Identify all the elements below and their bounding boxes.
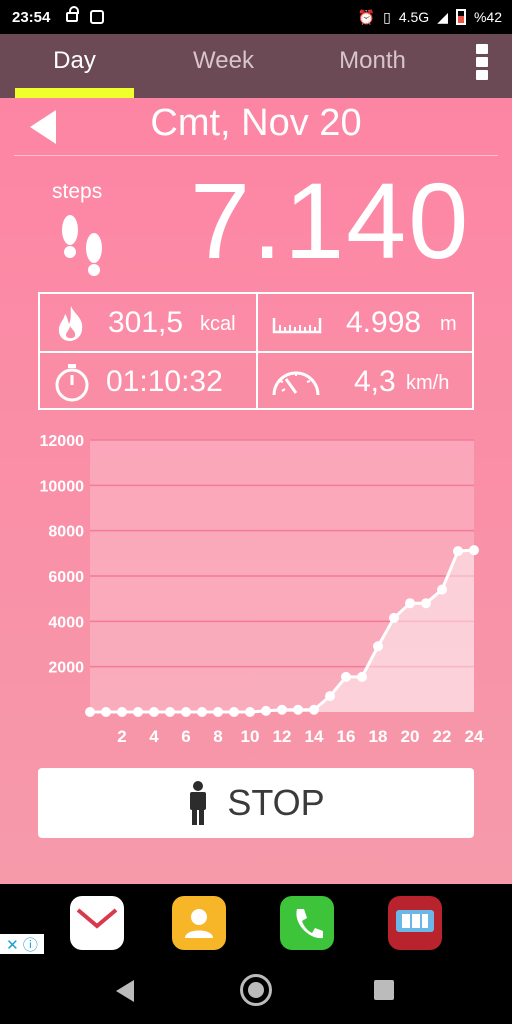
steps-label: steps [52,180,103,203]
speedometer-icon [272,371,320,396]
chart-x-tick-label: 20 [401,727,420,746]
recents-icon[interactable] [374,980,394,1000]
distance-value: 4.998 [346,306,422,339]
chart-data-point [293,704,303,715]
duration-cell: 01:10:32 [40,353,256,410]
chart-x-tick-label: 12 [273,727,292,746]
tab-month[interactable]: Month [298,34,447,98]
chart-x-tick-label: 10 [241,727,260,746]
chart-data-point [437,584,447,595]
signal-icon: ◢ [437,8,448,25]
divider [14,155,498,156]
status-bar: 23:54 ⏰ ▯ 4.5G ◢ %42 [0,0,512,34]
chart-x-tick-label: 24 [465,727,484,746]
chart-x-tick-label: 18 [369,727,388,746]
chart-data-point [101,707,111,717]
person-icon [190,781,207,825]
alarm-icon: ⏰ [357,8,376,25]
calories-cell: 301,5 kcal [40,294,256,351]
chart-data-point [213,707,223,717]
chart-data-point [357,671,367,682]
calories-value: 301,5 [108,306,184,339]
calories-unit: kcal [200,313,236,335]
mail-icon[interactable] [70,896,124,950]
stopwatch-icon [55,364,89,402]
chart-data-point [197,707,207,717]
speed-cell: 4,3 km/h [258,353,474,410]
chart-y-tick-label: 6000 [48,569,84,586]
chart-y-tick-label: 10000 [40,478,85,495]
chart-y-tick-label: 4000 [48,614,84,631]
lock-icon [66,6,80,22]
chart-data-point [181,707,191,717]
chart-data-point [245,707,255,717]
date-title: Cmt, Nov 20 [150,102,362,144]
chart-data-point [341,671,351,682]
stats-grid: 301,5 kcal 4.998 m 01:10:32 4,3 km/h [38,292,474,410]
stop-label: STOP [227,782,325,823]
chart-y-tick-label: 2000 [48,660,84,677]
back-icon[interactable] [116,980,134,1002]
chart-x-tick-label: 6 [181,727,190,746]
system-nav-bar [0,960,512,1024]
status-time: 23:54 [12,8,51,26]
chart-y-tick-label: 8000 [48,524,84,541]
main-panel: Cmt, Nov 20 steps 7.140 301,5 kcal 4.998… [0,98,512,884]
yalla-101-okey-icon[interactable] [388,896,442,950]
steps-count: 7.140 [190,160,471,281]
chart-data-point [117,707,127,717]
contacts-icon[interactable] [172,896,226,950]
stop-button[interactable]: STOP [38,768,474,838]
chart-data-point [405,598,415,609]
tab-day[interactable]: Day [0,34,149,98]
phone-icon[interactable] [280,896,334,950]
chart-data-point [133,707,143,717]
chart-data-point [325,691,335,702]
chart-x-tick-label: 8 [213,727,222,746]
battery-percent: %42 [473,9,502,25]
speed-unit: km/h [406,372,450,394]
tab-bar: Day Week Month [0,34,512,98]
chart-data-point [277,704,287,715]
overflow-menu-icon[interactable] [476,44,488,83]
chart-data-point [389,612,399,623]
chart-data-point [373,641,383,652]
duration-value: 01:10:32 [106,365,223,398]
chart-data-point [309,704,319,715]
ad-choices-badge[interactable]: ✕ ⓘ [0,934,44,954]
ad-app-dock [0,884,512,960]
chart-data-point [229,707,239,717]
chart-y-tick-label: 12000 [40,433,85,450]
chart-x-tick-label: 22 [433,727,452,746]
ruler-icon [272,318,322,334]
chart-data-point [469,545,479,556]
home-icon[interactable] [240,974,272,1006]
chart-data-point [421,598,431,609]
chart-data-point [165,707,175,717]
chart-x-tick-label: 4 [149,727,159,746]
date-row: Cmt, Nov 20 [0,98,512,156]
tab-week[interactable]: Week [149,34,298,98]
distance-unit: m [440,313,457,335]
step-app-notification-icon [90,10,105,24]
footprints-icon [62,215,102,276]
chart-x-tick-label: 14 [305,727,324,746]
network-type: 4.5G [398,9,430,25]
flame-icon [58,306,83,341]
chart-data-point [453,546,463,557]
steps-chart: 200040006000800010000120002 4 6 8 10 12 14 16 18… [40,433,484,746]
chart-data-point [261,705,271,716]
chart-x-tick-label: 16 [337,727,356,746]
chart-data-point [149,707,159,717]
speed-value: 4,3 [354,365,396,398]
chart-x-tick-label: 2 [117,727,126,746]
battery-icon [455,9,466,25]
vibrate-icon: ▯ [383,8,391,25]
chart-data-point [85,707,95,717]
distance-cell: 4.998 m [258,294,474,351]
